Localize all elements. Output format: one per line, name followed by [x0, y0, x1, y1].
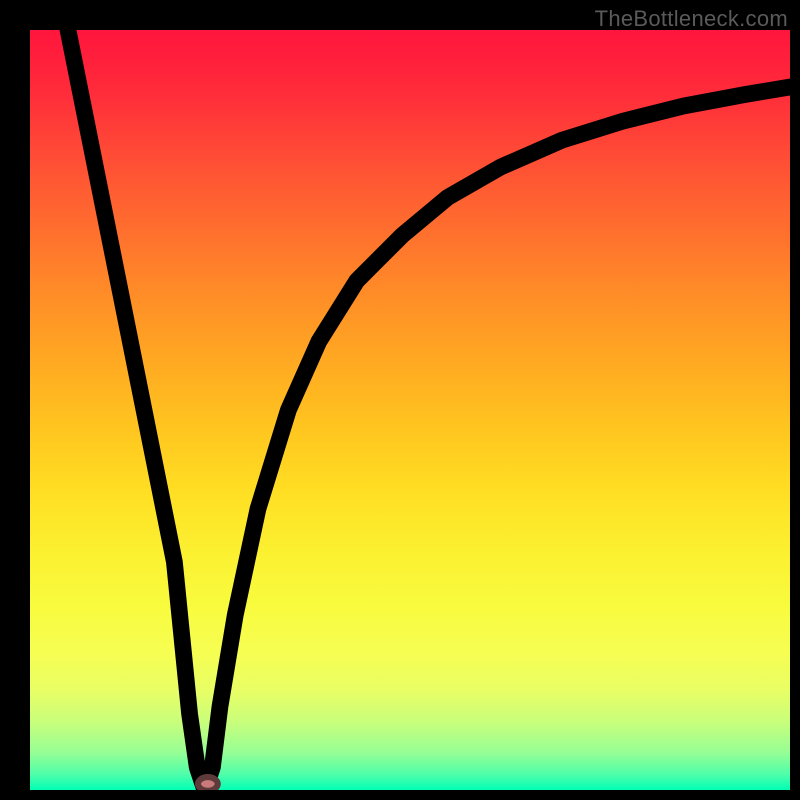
plot-area	[30, 30, 790, 790]
curve-svg	[30, 30, 790, 790]
min-marker	[198, 777, 218, 790]
bottleneck-chart: TheBottleneck.com	[0, 0, 800, 800]
watermark-text: TheBottleneck.com	[595, 6, 788, 32]
bottleneck-curve	[68, 30, 790, 790]
